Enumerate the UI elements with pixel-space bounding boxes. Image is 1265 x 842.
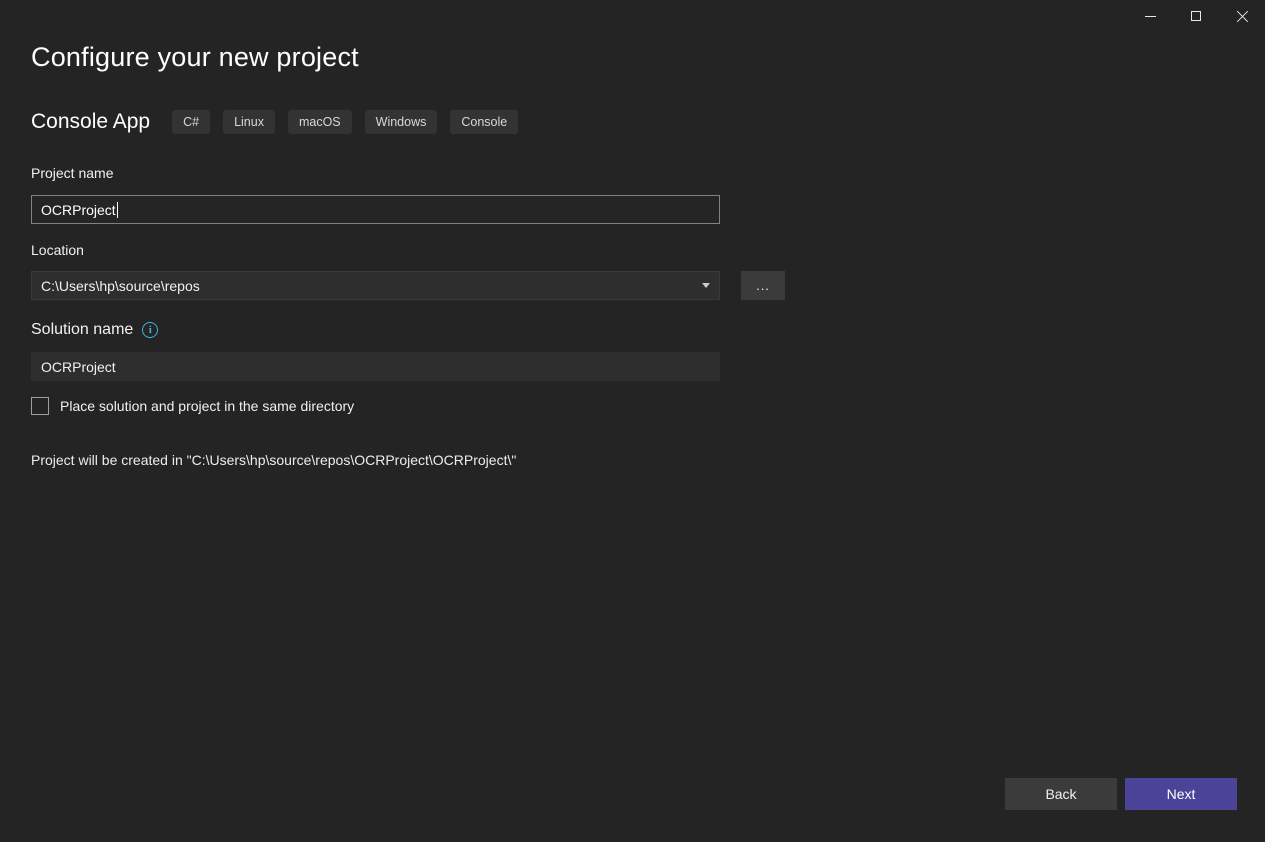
tag-console: Console <box>450 110 519 134</box>
output-path-note: Project will be created in "C:\Users\hp\… <box>31 452 517 468</box>
tag-list: C# Linux macOS Windows Console <box>172 110 519 134</box>
configure-project-dialog: Configure your new project Console App C… <box>0 0 1265 842</box>
close-icon <box>1236 10 1249 23</box>
next-button[interactable]: Next <box>1125 778 1237 810</box>
solution-name-label-row: Solution name i <box>31 321 159 339</box>
project-type-row: Console App C# Linux macOS Windows Conso… <box>31 107 519 137</box>
chevron-down-icon <box>702 283 710 288</box>
same-directory-row: Place solution and project in the same d… <box>31 397 354 415</box>
maximize-button[interactable] <box>1173 0 1219 32</box>
back-button[interactable]: Back <box>1005 778 1117 810</box>
tag-macos: macOS <box>287 110 352 134</box>
maximize-icon <box>1191 11 1201 21</box>
titlebar-controls <box>1127 0 1265 32</box>
text-caret <box>116 201 118 218</box>
close-button[interactable] <box>1219 0 1265 32</box>
project-type-name: Console App <box>31 110 151 133</box>
tag-windows: Windows <box>364 110 438 134</box>
project-name-value: OCRProject <box>41 201 116 218</box>
location-value: C:\Users\hp\source\repos <box>41 277 200 294</box>
page-title: Configure your new project <box>31 42 359 72</box>
solution-name-value: OCRProject <box>41 358 116 375</box>
browse-button[interactable]: ... <box>741 271 785 300</box>
solution-name-label: Solution name <box>31 321 134 338</box>
solution-name-input[interactable]: OCRProject <box>31 352 720 381</box>
minimize-icon <box>1144 15 1156 17</box>
same-directory-label: Place solution and project in the same d… <box>60 398 355 414</box>
tag-linux: Linux <box>223 110 275 134</box>
project-name-input[interactable]: OCRProject <box>31 195 720 224</box>
tag-csharp: C# <box>172 110 211 134</box>
location-label: Location <box>31 242 84 258</box>
same-directory-checkbox[interactable] <box>31 397 49 415</box>
minimize-button[interactable] <box>1127 0 1173 32</box>
project-name-label: Project name <box>31 165 114 181</box>
location-combobox[interactable]: C:\Users\hp\source\repos <box>31 271 720 300</box>
info-icon[interactable]: i <box>142 322 159 338</box>
